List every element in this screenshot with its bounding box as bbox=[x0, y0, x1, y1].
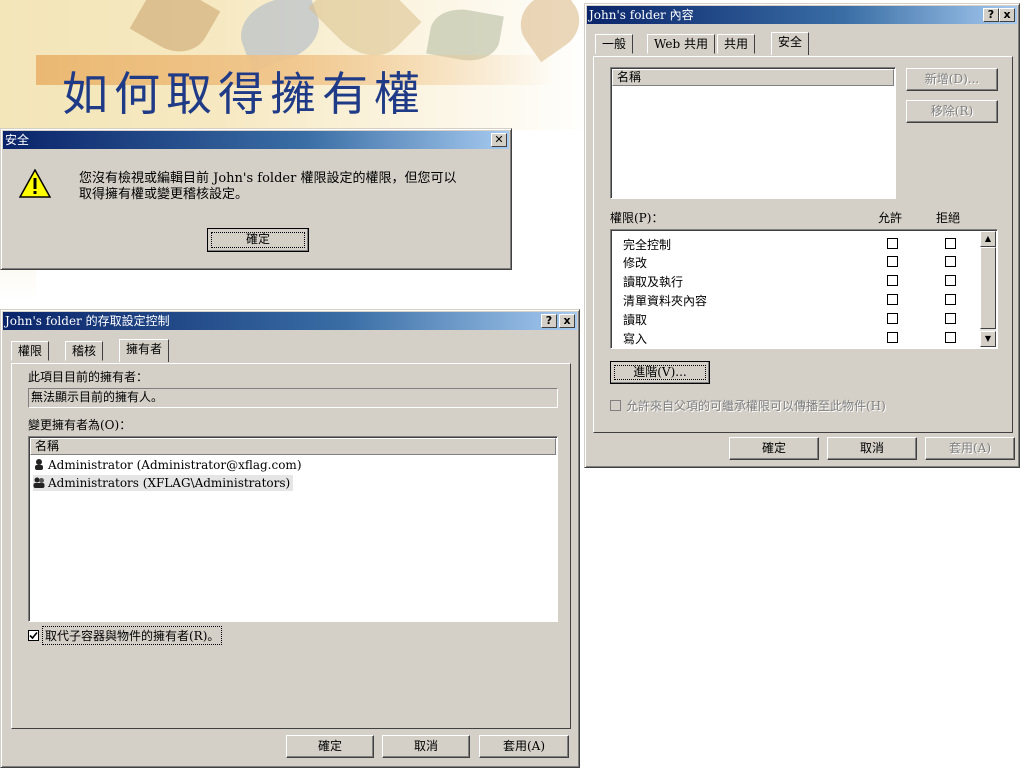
close-button[interactable]: x bbox=[999, 8, 1015, 22]
tab-general[interactable]: 一般 bbox=[595, 34, 634, 54]
allow-checkbox[interactable] bbox=[887, 256, 898, 267]
permission-row: 清單資料夾內容 bbox=[623, 292, 707, 309]
permissions-label: 權限(P)： bbox=[610, 211, 664, 225]
permission-row: 寫入 bbox=[623, 330, 647, 347]
alert-message-line2: 取得擁有權或變更稽核設定。 bbox=[79, 187, 249, 202]
list-item[interactable]: Administrators (XFLAG\Administrators) bbox=[33, 475, 294, 491]
ok-button[interactable]: 確定 bbox=[729, 437, 819, 460]
deny-checkbox[interactable] bbox=[945, 256, 956, 267]
user-name: Administrators (XFLAG\Administrators) bbox=[48, 476, 291, 490]
user-list-box[interactable]: 名稱 bbox=[610, 67, 896, 199]
deny-column-header: 拒絕 bbox=[936, 211, 961, 225]
deny-checkbox[interactable] bbox=[945, 238, 956, 249]
ok-button[interactable]: 確定 bbox=[286, 735, 374, 758]
properties-dialog: John's folder 內容 ? x 一般 Web 共用 共用 安全 名稱 … bbox=[584, 3, 1020, 468]
allow-checkbox[interactable] bbox=[887, 294, 898, 305]
permission-name: 寫入 bbox=[623, 332, 648, 346]
replace-owner-checkbox[interactable] bbox=[28, 630, 39, 641]
permissions-list: 完全控制 修改 讀取及執行 清單資料夾內容 讀取 寫入 ▲ ▼ bbox=[610, 229, 998, 349]
permission-name: 修改 bbox=[623, 256, 648, 270]
properties-title: John's folder 內容 bbox=[589, 8, 694, 22]
scroll-up-icon[interactable]: ▲ bbox=[980, 231, 996, 247]
permission-name: 讀取 bbox=[623, 313, 648, 327]
permission-name: 完全控制 bbox=[623, 238, 672, 252]
cancel-button[interactable]: 取消 bbox=[827, 437, 917, 460]
scroll-thumb[interactable] bbox=[980, 247, 996, 329]
permission-name: 讀取及執行 bbox=[623, 275, 684, 289]
group-icon bbox=[33, 477, 45, 488]
remove-button[interactable]: 移除(R) bbox=[906, 100, 998, 123]
security-alert-dialog: 安全 ✕ 您沒有檢視或編輯目前 John's folder 權限設定的權限，但您… bbox=[0, 128, 512, 270]
tab-permissions[interactable]: 權限 bbox=[11, 341, 50, 361]
owner-candidate-list[interactable]: 名稱 Administrator (Administrator@xflag.co… bbox=[28, 436, 558, 622]
permissions-scrollbar[interactable]: ▲ ▼ bbox=[980, 231, 996, 347]
replace-owner-label: 取代子容器與物件的擁有者(R)。 bbox=[41, 626, 223, 645]
allow-checkbox[interactable] bbox=[887, 313, 898, 324]
permission-row: 讀取及執行 bbox=[623, 273, 683, 290]
access-control-title: John's folder 的存取設定控制 bbox=[5, 314, 170, 328]
access-control-tab-strip: 權限 稽核 擁有者 bbox=[11, 339, 411, 365]
name-column-header[interactable]: 名稱 bbox=[30, 438, 556, 455]
advanced-button[interactable]: 進階(V)... bbox=[610, 361, 710, 384]
access-control-dialog: John's folder 的存取設定控制 ? x 權限 稽核 擁有者 此項目目… bbox=[0, 309, 580, 768]
apply-button[interactable]: 套用(A) bbox=[479, 735, 569, 758]
permission-row: 修改 bbox=[623, 254, 647, 271]
warning-icon bbox=[19, 169, 51, 198]
user-icon bbox=[35, 459, 43, 470]
deny-checkbox[interactable] bbox=[945, 294, 956, 305]
tab-sharing[interactable]: 共用 bbox=[717, 34, 756, 54]
name-column-header[interactable]: 名稱 bbox=[612, 69, 894, 86]
alert-ok-button[interactable]: 確定 bbox=[207, 228, 309, 252]
current-owner-field: 無法顯示目前的擁有人。 bbox=[28, 388, 558, 408]
allow-column-header: 允許 bbox=[878, 211, 903, 225]
inherit-label: 允許來自父項的可繼承權限可以傳播至此物件(H) bbox=[626, 399, 886, 413]
security-alert-titlebar: 安全 bbox=[3, 131, 509, 149]
allow-checkbox[interactable] bbox=[887, 275, 898, 286]
permission-row: 完全控制 bbox=[623, 236, 671, 253]
user-name: Administrator (Administrator@xflag.com) bbox=[48, 458, 302, 472]
tab-web-sharing[interactable]: Web 共用 bbox=[647, 34, 715, 54]
help-button[interactable]: ? bbox=[983, 8, 999, 22]
owner-tab-panel: 此項目目前的擁有者： 無法顯示目前的擁有人。 變更擁有者為(O)： 名稱 Adm… bbox=[11, 363, 571, 729]
deny-checkbox[interactable] bbox=[945, 275, 956, 286]
tab-auditing[interactable]: 稽核 bbox=[65, 341, 104, 361]
deny-checkbox[interactable] bbox=[945, 332, 956, 343]
current-owner-label: 此項目目前的擁有者： bbox=[28, 370, 149, 384]
list-item[interactable]: Administrator (Administrator@xflag.com) bbox=[33, 457, 305, 473]
scroll-down-icon[interactable]: ▼ bbox=[980, 331, 996, 347]
allow-checkbox[interactable] bbox=[887, 332, 898, 343]
security-alert-title: 安全 bbox=[5, 133, 30, 147]
properties-tab-strip: 一般 Web 共用 共用 安全 bbox=[595, 32, 1015, 58]
close-button[interactable]: ✕ bbox=[491, 133, 507, 147]
tab-owner[interactable]: 擁有者 bbox=[119, 339, 170, 362]
add-button[interactable]: 新增(D)... bbox=[906, 68, 998, 91]
inherit-checkbox[interactable] bbox=[610, 400, 621, 411]
apply-button[interactable]: 套用(A) bbox=[925, 437, 1015, 460]
cancel-button[interactable]: 取消 bbox=[382, 735, 470, 758]
tab-security[interactable]: 安全 bbox=[771, 32, 810, 55]
security-tab-panel: 名稱 新增(D)... 移除(R) 權限(P)： 允許 拒絕 完全控制 修改 讀… bbox=[593, 56, 1013, 433]
allow-checkbox[interactable] bbox=[887, 238, 898, 249]
change-owner-label: 變更擁有者為(O)： bbox=[28, 418, 132, 432]
permission-name: 清單資料夾內容 bbox=[623, 294, 708, 308]
slide-title: 如何取得擁有權 bbox=[62, 67, 426, 121]
close-button[interactable]: x bbox=[559, 314, 575, 328]
access-control-titlebar: John's folder 的存取設定控制 bbox=[3, 312, 577, 330]
properties-titlebar: John's folder 內容 bbox=[587, 6, 1017, 24]
permission-row: 讀取 bbox=[623, 311, 647, 328]
deny-checkbox[interactable] bbox=[945, 313, 956, 324]
help-button[interactable]: ? bbox=[541, 314, 557, 328]
